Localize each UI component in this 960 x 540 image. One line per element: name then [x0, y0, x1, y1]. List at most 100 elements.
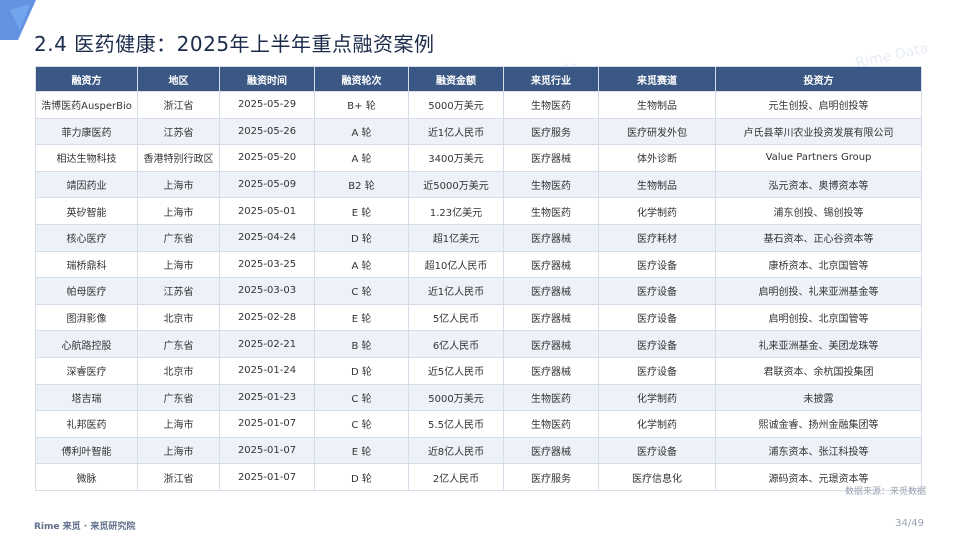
table-cell: E 轮	[314, 303, 409, 332]
table-cell: 礼邦医药	[35, 410, 138, 438]
table-cell: B 轮	[314, 330, 409, 358]
table-cell: 北京市	[137, 303, 220, 332]
column-header: 融资金额	[408, 66, 504, 92]
table-cell: 5亿人民币	[408, 303, 504, 332]
table-cell: C 轮	[314, 277, 409, 305]
table-cell: 医疗设备	[598, 436, 716, 465]
table-cell: 超1亿美元	[408, 223, 504, 252]
table-cell: 塔吉瑞	[35, 383, 138, 412]
column-header: 融资方	[35, 66, 138, 92]
table-cell: 核心医疗	[35, 223, 138, 252]
table-cell: 江苏省	[137, 277, 220, 305]
table-cell: 香港特别行政区	[137, 144, 220, 172]
table-cell: 2025-05-29	[219, 91, 315, 119]
table-row: 英矽智能 上海市 2025-05-01 E 轮 1.23亿美元 生物医药 化学制药 浦东创投、…	[35, 197, 922, 225]
table-cell: 江苏省	[137, 117, 220, 146]
table-cell: 医疗设备	[598, 277, 716, 305]
table-cell: 帕母医疗	[35, 277, 138, 305]
table-cell: 浩博医药AusperBio	[35, 91, 138, 119]
table-cell: 医疗设备	[598, 356, 716, 385]
table-cell: 2025-05-20	[219, 144, 315, 172]
table-cell: 2025-03-25	[219, 250, 315, 279]
table-cell: 上海市	[137, 170, 220, 199]
table-cell: 2025-02-21	[219, 330, 315, 358]
column-header: 融资轮次	[314, 66, 409, 92]
table-cell: 医疗研发外包	[598, 117, 716, 146]
table-cell: 2025-01-23	[219, 383, 315, 412]
table-cell: 浦东创投、锡创投等	[715, 197, 922, 225]
table-cell: 近1亿人民币	[408, 277, 504, 305]
table-cell: 生物医药	[503, 383, 599, 412]
table-cell: 礼来亚洲基金、美团龙珠等	[715, 330, 922, 358]
table-cell: 6亿人民币	[408, 330, 504, 358]
column-header: 来觅赛道	[598, 66, 716, 92]
table-cell: 康桥资本、北京国管等	[715, 250, 922, 279]
table-cell: 5000万美元	[408, 91, 504, 119]
table-cell: 生物医药	[503, 197, 599, 225]
table-cell: 2亿人民币	[408, 463, 504, 491]
table-cell: 近5000万美元	[408, 170, 504, 199]
table-cell: 2025-02-28	[219, 303, 315, 332]
table-cell: 医疗器械	[503, 250, 599, 279]
table-row: 心航路控股 广东省 2025-02-21 B 轮 6亿人民币 医疗器械 医疗设备 礼来亚洲基金…	[35, 330, 922, 358]
table-row: 微脉 浙江省 2025-01-07 D 轮 2亿人民币 医疗服务 医疗信息化 源码资本、元璟资…	[35, 463, 922, 491]
table-cell: E 轮	[314, 436, 409, 465]
table-cell: A 轮	[314, 250, 409, 279]
table-cell: 2025-01-07	[219, 410, 315, 438]
table-row: 傅利叶智能 上海市 2025-01-07 E 轮近8亿人民币 医疗器械 医疗设备 浦东资本、…	[35, 436, 922, 465]
table-cell: 图湃影像	[35, 303, 138, 332]
table-cell: 浙江省	[137, 91, 220, 119]
table-cell: 医疗器械	[503, 436, 599, 465]
table-cell: 医疗设备	[598, 303, 716, 332]
table-row: 相达生物科技 香港特别行政区 2025-05-20 A 轮 3400万美元 医疗器械 体外诊…	[35, 144, 922, 172]
table-cell: 化学制药	[598, 383, 716, 412]
table-cell: D 轮	[314, 463, 409, 491]
table-cell: 近8亿人民币	[408, 436, 504, 465]
table-cell: 生物医药	[503, 410, 599, 438]
table-row: 塔吉瑞 广东省 2025-01-23 C 轮 5000万美元 生物医药 化学制药 未披露	[35, 383, 922, 412]
table-cell: 心航路控股	[35, 330, 138, 358]
table-body: 浩博医药AusperBio 浙江省 2025-05-29 B+ 轮 5000万美元 生物医…	[35, 91, 922, 491]
table-cell: 熙诚金睿、扬州金融集团等	[715, 410, 922, 438]
table-header-row: 融资方 地区 融资时间 融资轮次 融资金额 来觅行业 来觅赛道 投资方	[35, 66, 922, 92]
table-cell: 医疗服务	[503, 117, 599, 146]
table-cell: 菲力康医药	[35, 117, 138, 146]
table-cell: 靖因药业	[35, 170, 138, 199]
table-cell: 君联资本、余杭国投集团	[715, 356, 922, 385]
table-cell: 超10亿人民币	[408, 250, 504, 279]
table-cell: D 轮	[314, 223, 409, 252]
table-cell: 上海市	[137, 197, 220, 225]
table-cell: E 轮	[314, 197, 409, 225]
table-cell: 医疗信息化	[598, 463, 716, 491]
table-cell: 医疗耗材	[598, 223, 716, 252]
table-cell: 医疗器械	[503, 303, 599, 332]
table-cell: 元生创投、启明创投等	[715, 91, 922, 119]
table-cell: 医疗器械	[503, 356, 599, 385]
column-header: 投资方	[715, 66, 922, 92]
table-cell: 2025-03-03	[219, 277, 315, 305]
table-cell: 生物医药	[503, 91, 599, 119]
table-cell: 生物医药	[503, 170, 599, 199]
table-cell: 瑞桥鼎科	[35, 250, 138, 279]
table-cell: 体外诊断	[598, 144, 716, 172]
table-cell: 上海市	[137, 410, 220, 438]
column-header: 来觅行业	[503, 66, 599, 92]
table-cell: 3400万美元	[408, 144, 504, 172]
table-cell: 生物制品	[598, 170, 716, 199]
table-cell: C 轮	[314, 383, 409, 412]
table-cell: 深睿医疗	[35, 356, 138, 385]
table-cell: 5000万美元	[408, 383, 504, 412]
table-cell: D 轮	[314, 356, 409, 385]
table-cell: A 轮	[314, 117, 409, 146]
table-cell: 上海市	[137, 250, 220, 279]
table-cell: 近1亿人民币	[408, 117, 504, 146]
table-cell: 1.23亿美元	[408, 197, 504, 225]
table-cell: 泓元资本、奥博资本等	[715, 170, 922, 199]
table-cell: 医疗设备	[598, 330, 716, 358]
table-cell: 英矽智能	[35, 197, 138, 225]
table-row: 帕母医疗 江苏省 2025-03-03 C 轮近1亿人民币 医疗器械 医疗设备 启明创投、礼…	[35, 277, 922, 305]
data-source-note: 数据来源：来觅数据	[844, 487, 926, 497]
table-cell: 生物制品	[598, 91, 716, 119]
table-row: 核心医疗 广东省 2025-04-24 D 轮超1亿美元 医疗器械 医疗耗材 基石资本、正心…	[35, 223, 922, 252]
table-cell: 上海市	[137, 436, 220, 465]
